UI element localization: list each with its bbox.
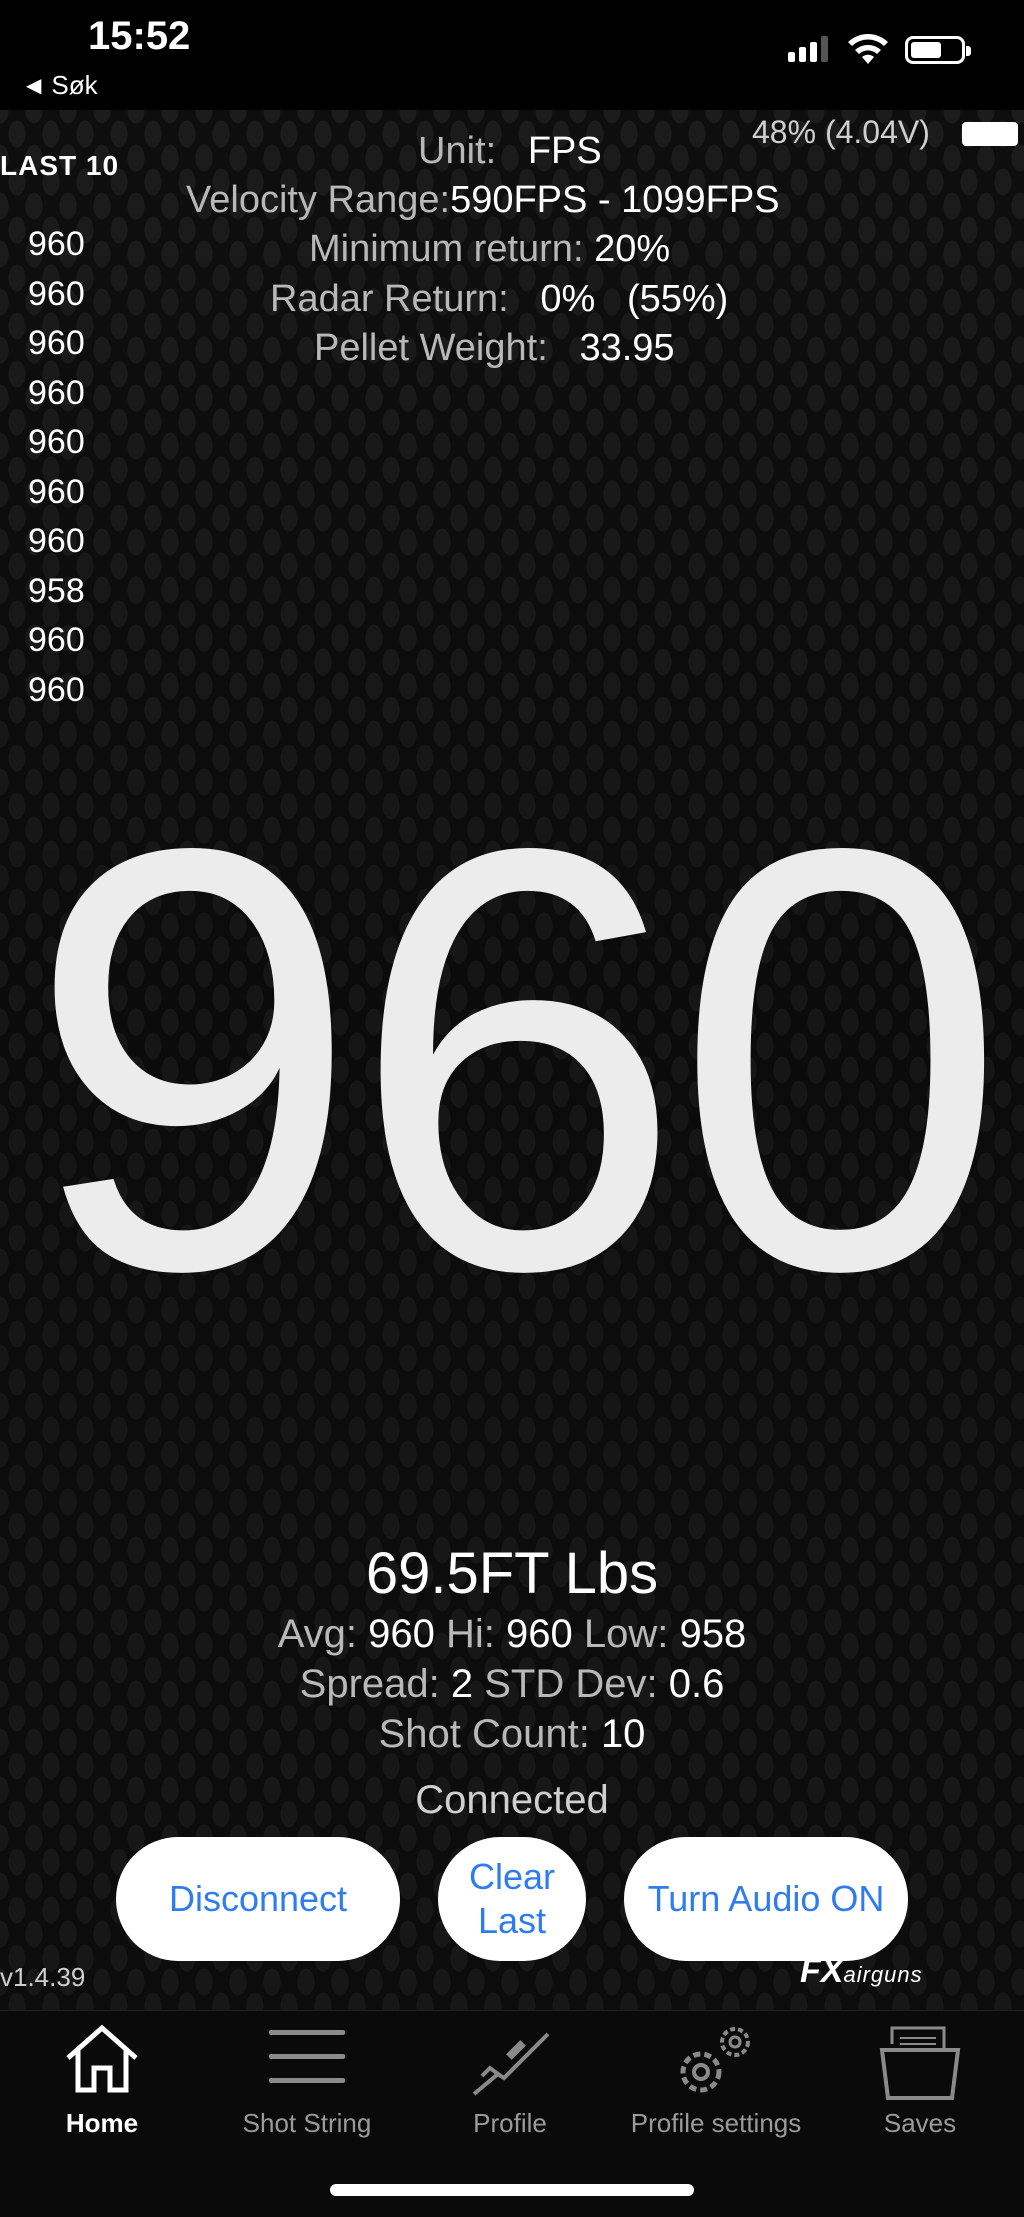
tab-home[interactable]: Home <box>0 2010 204 2140</box>
radar-return-row: Radar Return: 0% (55%) <box>270 278 729 320</box>
app-version: v1.4.39 <box>0 1962 86 1992</box>
shot-count-row: Shot Count: 10 <box>378 1712 646 1756</box>
list-item: 958 <box>28 571 85 610</box>
spread-std-row: Spread: 2 STD Dev: 0.6 <box>299 1662 725 1706</box>
pellet-weight-value: 33.95 <box>579 327 675 369</box>
radar-return-extra: (55%) <box>626 278 729 320</box>
list-icon <box>269 2030 345 2083</box>
min-return-value: 20% <box>594 228 671 270</box>
phone-battery-icon <box>905 36 971 64</box>
unit-value: FPS <box>527 130 602 172</box>
list-item: 960 <box>28 522 85 560</box>
turn-audio-on-button[interactable]: Turn Audio ON <box>624 1837 908 1961</box>
rifle-icon <box>472 2032 550 2096</box>
list-item: 960 <box>28 324 85 362</box>
min-return-row: Minimum return: 20% <box>309 228 671 270</box>
list-item: 960 <box>28 225 85 263</box>
energy-readout: 69.5FT Lbs <box>365 1541 659 1606</box>
list-item: 960 <box>28 472 85 511</box>
avg-hi-low-row: Avg: 960 Hi: 960 Low: 958 <box>277 1612 747 1656</box>
last10-list: 960 960 960 960 960 960 960 958 960 960 <box>28 220 85 715</box>
velocity-range-row: Velocity Range:590FPS - 1099FPS <box>186 179 780 221</box>
tab-shot-string[interactable]: Shot String <box>205 2010 409 2140</box>
current-velocity: 960 <box>26 725 1007 1395</box>
list-item: 960 <box>28 274 85 313</box>
folder-icon <box>879 2026 961 2100</box>
tab-profile-settings[interactable]: Profile settings <box>614 2010 818 2140</box>
list-item: 960 <box>28 670 85 709</box>
cellular-signal-icon <box>788 36 828 62</box>
back-to-search-link[interactable]: ◀ Søk <box>26 70 98 101</box>
disconnect-button[interactable]: Disconnect <box>116 1837 400 1961</box>
clear-last-button[interactable]: Clear Last <box>438 1837 586 1961</box>
back-label: Søk <box>51 70 98 100</box>
list-item: 960 <box>28 373 85 412</box>
status-time: 15:52 <box>88 14 191 58</box>
tab-saves[interactable]: Saves <box>818 2010 1022 2140</box>
radar-return-value: 0% <box>540 278 596 320</box>
last10-title: LAST 10 <box>0 150 120 181</box>
back-arrow-icon: ◀ <box>26 75 42 97</box>
home-icon <box>66 2024 138 2093</box>
pellet-weight-row: Pellet Weight: 33.95 <box>314 327 675 369</box>
wifi-icon <box>848 34 888 64</box>
device-battery-icon <box>962 122 1018 146</box>
unit-row: Unit: FPS <box>418 130 602 172</box>
tab-profile[interactable]: Profile <box>408 2010 612 2140</box>
gear-icon <box>680 2027 750 2093</box>
home-indicator <box>330 2184 694 2196</box>
list-item: 960 <box>28 423 85 461</box>
device-battery-text: 48% (4.04V) <box>752 114 930 150</box>
velocity-range-value: 590FPS - 1099FPS <box>450 179 780 221</box>
list-item: 960 <box>28 621 85 659</box>
connection-status: Connected <box>415 1778 609 1822</box>
fx-airguns-logo: FXairguns <box>800 1952 923 1990</box>
